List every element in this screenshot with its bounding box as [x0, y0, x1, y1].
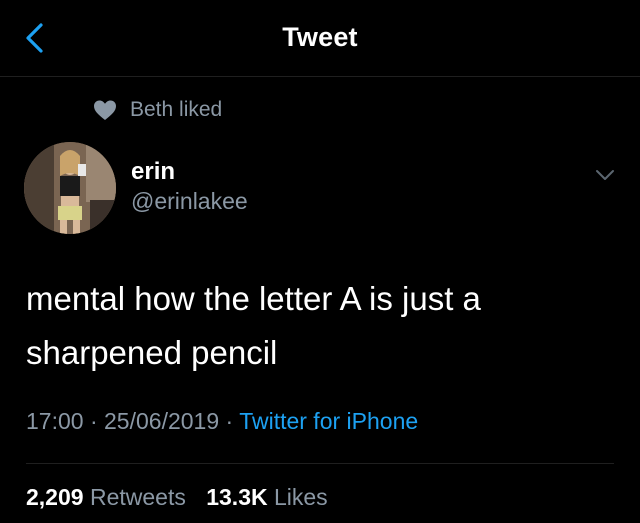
tweet-source-link[interactable]: Twitter for iPhone [239, 408, 418, 434]
top-nav-bar: Tweet [0, 0, 640, 77]
meta-separator: · [225, 408, 234, 434]
author-name[interactable]: erin [131, 158, 175, 186]
tweet-stats: 2,209 Retweets 13.3K Likes [26, 484, 342, 511]
likes-count: 13.3K [206, 484, 268, 510]
social-context-label: Beth liked [130, 98, 223, 121]
more-options-button[interactable] [588, 160, 622, 190]
avatar[interactable] [24, 142, 116, 234]
chevron-down-icon [596, 170, 614, 180]
social-context[interactable]: Beth liked [92, 96, 222, 124]
divider [26, 463, 614, 464]
tweet-date: 25/06/2019 [104, 408, 220, 434]
retweets-stat[interactable]: 2,209 Retweets [26, 484, 192, 510]
likes-stat[interactable]: 13.3K Likes [206, 484, 327, 510]
retweets-label: Retweets [89, 484, 186, 510]
author-handle[interactable]: @erinlakee [131, 188, 248, 215]
meta-separator: · [89, 408, 98, 434]
tweet-metadata: 17:00 · 25/06/2019 · Twitter for iPhone [26, 408, 418, 435]
page-title: Tweet [282, 22, 358, 52]
tweet-text: mental how the letter A is just a sharpe… [26, 280, 481, 371]
heart-icon [92, 97, 118, 123]
likes-label: Likes [273, 484, 328, 510]
retweets-count: 2,209 [26, 484, 84, 510]
tweet-time: 17:00 [26, 408, 84, 434]
